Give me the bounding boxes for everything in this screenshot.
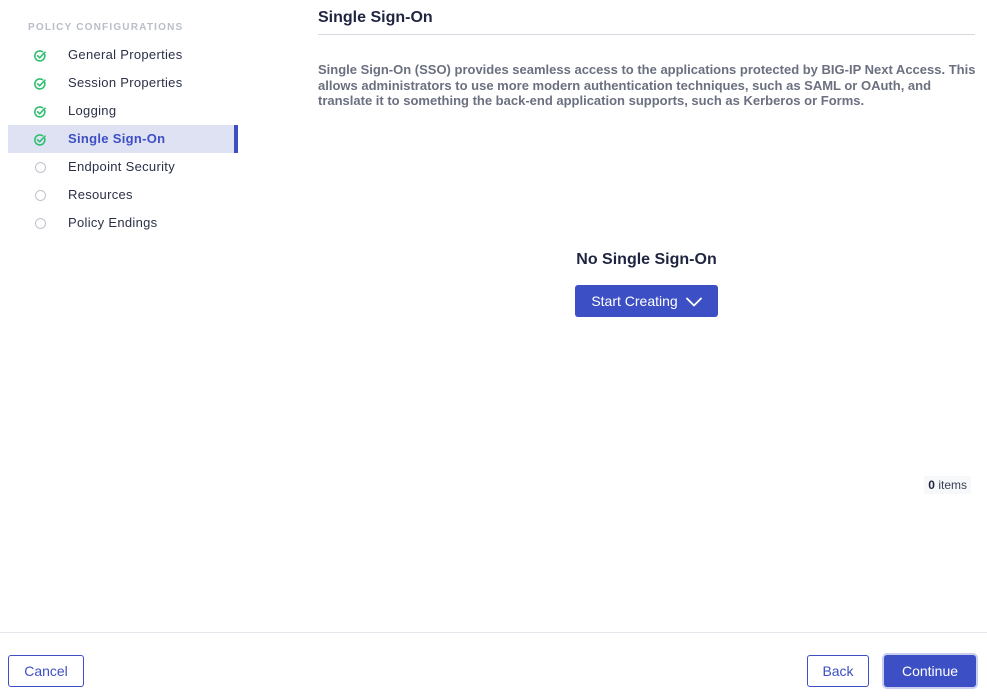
sidebar-item-label: Logging: [68, 103, 117, 118]
check-circle-icon: [34, 49, 46, 62]
empty-state: No Single Sign-On Start Creating: [575, 251, 718, 317]
sidebar-item-label: Policy Endings: [68, 215, 158, 230]
sidebar-item-label: Endpoint Security: [68, 159, 175, 174]
sidebar-item-label: Resources: [68, 187, 133, 202]
sidebar-item-single-sign-on[interactable]: Single Sign-On: [8, 125, 238, 153]
sidebar-item-general-properties[interactable]: General Properties: [8, 41, 238, 69]
check-circle-icon: [34, 133, 46, 146]
sidebar-item-session-properties[interactable]: Session Properties: [8, 69, 238, 97]
chevron-down-icon: [685, 297, 702, 306]
sidebar: POLICY CONFIGURATIONS General Properties…: [8, 0, 238, 632]
empty-circle-icon: [34, 161, 46, 173]
page-description: Single Sign-On (SSO) provides seamless a…: [318, 62, 976, 108]
continue-button[interactable]: Continue: [884, 655, 976, 687]
sidebar-item-resources[interactable]: Resources: [8, 181, 238, 209]
start-creating-button[interactable]: Start Creating: [575, 285, 718, 317]
sidebar-item-label: Single Sign-On: [68, 131, 166, 146]
empty-circle-icon: [34, 217, 46, 229]
check-circle-icon: [34, 105, 46, 118]
back-button[interactable]: Back: [807, 655, 869, 687]
sidebar-item-policy-endings[interactable]: Policy Endings: [8, 209, 238, 237]
footer-divider: [0, 632, 987, 633]
sidebar-heading: POLICY CONFIGURATIONS: [28, 22, 184, 33]
empty-state-title: No Single Sign-On: [576, 251, 717, 268]
sidebar-item-logging[interactable]: Logging: [8, 97, 238, 125]
empty-circle-icon: [34, 189, 46, 201]
check-circle-icon: [34, 77, 46, 90]
sidebar-item-endpoint-security[interactable]: Endpoint Security: [8, 153, 238, 181]
start-creating-label: Start Creating: [591, 293, 678, 309]
sidebar-nav: General Properties Session Properties Lo…: [8, 41, 238, 237]
item-count: 0 items: [924, 476, 971, 494]
sidebar-item-label: Session Properties: [68, 75, 183, 90]
sidebar-item-label: General Properties: [68, 47, 183, 62]
item-count-label: items: [938, 478, 967, 492]
cancel-button[interactable]: Cancel: [8, 655, 84, 687]
divider: [318, 34, 975, 35]
item-count-value: 0: [928, 478, 935, 492]
page-title: Single Sign-On: [318, 9, 433, 26]
